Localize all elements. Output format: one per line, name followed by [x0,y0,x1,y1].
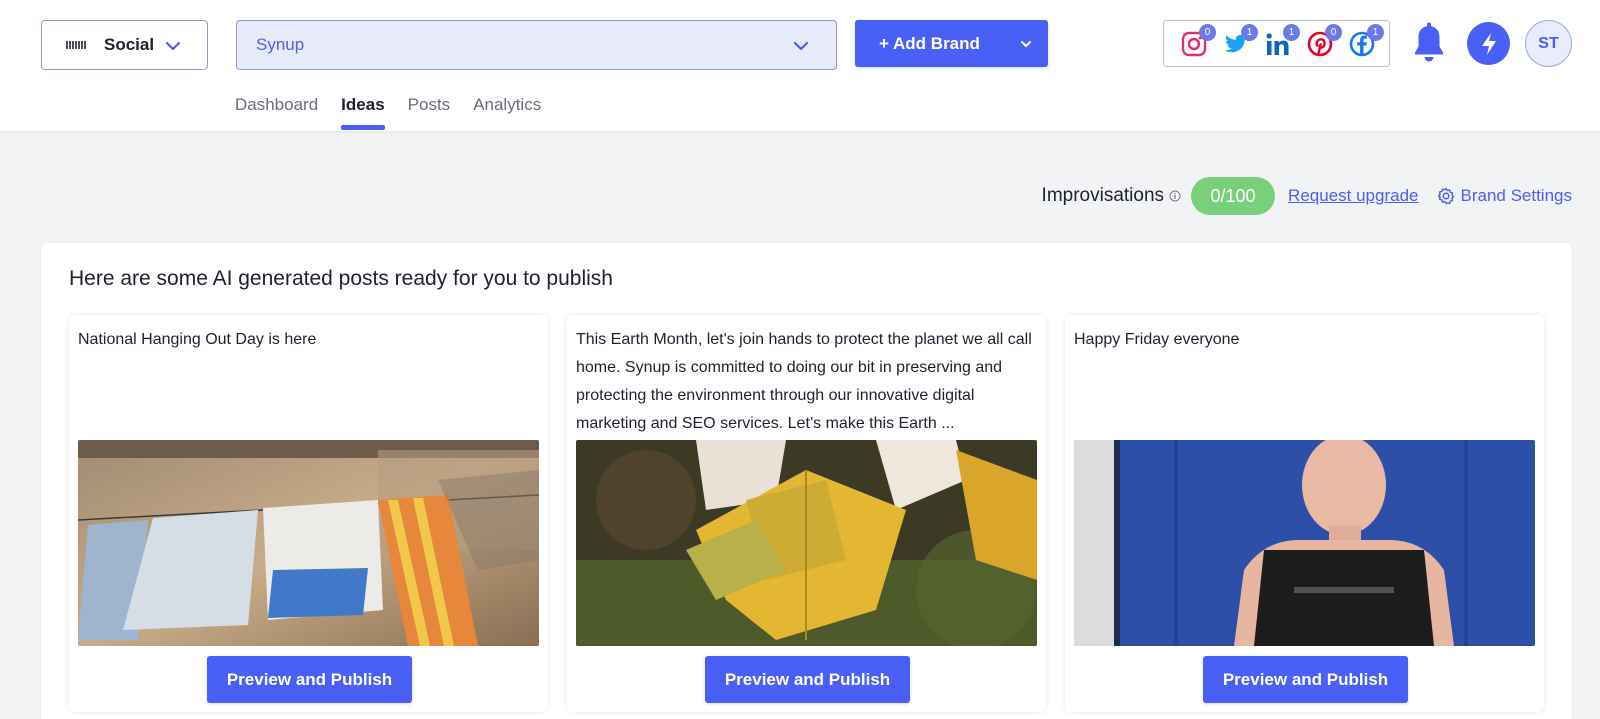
autumn-leaves-photo [576,440,1037,646]
idea-card: National Hanging Out Day is here Preview… [69,315,548,712]
improvisations-count-badge: 0/100 [1191,177,1276,215]
nav-tabs: Dashboard Ideas Posts Analytics [235,95,564,131]
laundry-hanging-photo [78,440,539,646]
lightning-icon [1481,32,1496,55]
pinterest-account[interactable]: 0 [1306,24,1342,58]
ai-ideas-panel: Here are some AI generated posts ready f… [41,243,1572,719]
chevron-down-icon [793,41,809,51]
panel-title: Here are some AI generated posts ready f… [69,267,613,290]
tab-posts[interactable]: Posts [408,95,451,131]
instagram-count-badge: 0 [1199,24,1216,41]
instagram-account[interactable]: 0 [1180,24,1216,58]
tab-analytics[interactable]: Analytics [473,95,541,131]
synup-logo [66,41,86,49]
brand-select[interactable]: Synup [236,20,837,70]
pinterest-count-badge: 0 [1325,24,1342,41]
add-brand-button[interactable]: + Add Brand [855,20,1048,67]
tab-ideas[interactable]: Ideas [341,95,386,131]
chevron-down-icon [165,41,181,51]
tab-dashboard[interactable]: Dashboard [235,95,318,131]
facebook-account[interactable]: 1 [1348,24,1384,58]
idea-caption: Happy Friday everyone [1074,331,1240,348]
request-upgrade-link[interactable]: Request upgrade [1288,186,1418,206]
idea-caption: This Earth Month, let's join hands to pr… [576,331,1032,432]
info-icon[interactable] [1169,190,1181,202]
linkedin-count-badge: 1 [1283,24,1300,41]
bell-icon[interactable] [1410,21,1448,67]
quick-actions-button[interactable] [1467,22,1510,65]
facebook-count-badge: 1 [1367,24,1384,41]
twitter-count-badge: 1 [1241,24,1258,41]
improvisations-bar: Improvisations 0/100 Request upgrade Bra… [1042,177,1572,215]
preview-publish-button[interactable]: Preview and Publish [705,656,910,703]
preview-publish-button[interactable]: Preview and Publish [207,656,412,703]
product-switcher-label: Social [104,35,155,54]
social-accounts: 0 1 1 0 1 [1163,20,1390,67]
user-avatar[interactable]: ST [1525,20,1572,67]
idea-card: This Earth Month, let's join hands to pr… [567,315,1046,712]
preview-publish-button[interactable]: Preview and Publish [1203,656,1408,703]
brand-settings-label: Brand Settings [1460,186,1572,205]
add-brand-label: + Add Brand [879,33,980,53]
gear-icon [1438,187,1455,205]
top-bar: Social Synup + Add Brand 0 1 1 0 1 ST Da… [0,0,1600,131]
brand-settings-link[interactable]: Brand Settings [1437,186,1572,206]
man-dancing-photo [1074,440,1535,646]
improvisations-label: Improvisations [1041,185,1165,206]
twitter-account[interactable]: 1 [1222,24,1258,58]
idea-card: Happy Friday everyone Preview and Publis… [1065,315,1544,712]
chevron-down-icon[interactable] [1020,38,1032,50]
brand-select-value: Synup [256,35,305,54]
product-switcher[interactable]: Social [41,20,208,70]
linkedin-account[interactable]: 1 [1264,24,1300,58]
idea-caption: National Hanging Out Day is here [78,331,317,348]
